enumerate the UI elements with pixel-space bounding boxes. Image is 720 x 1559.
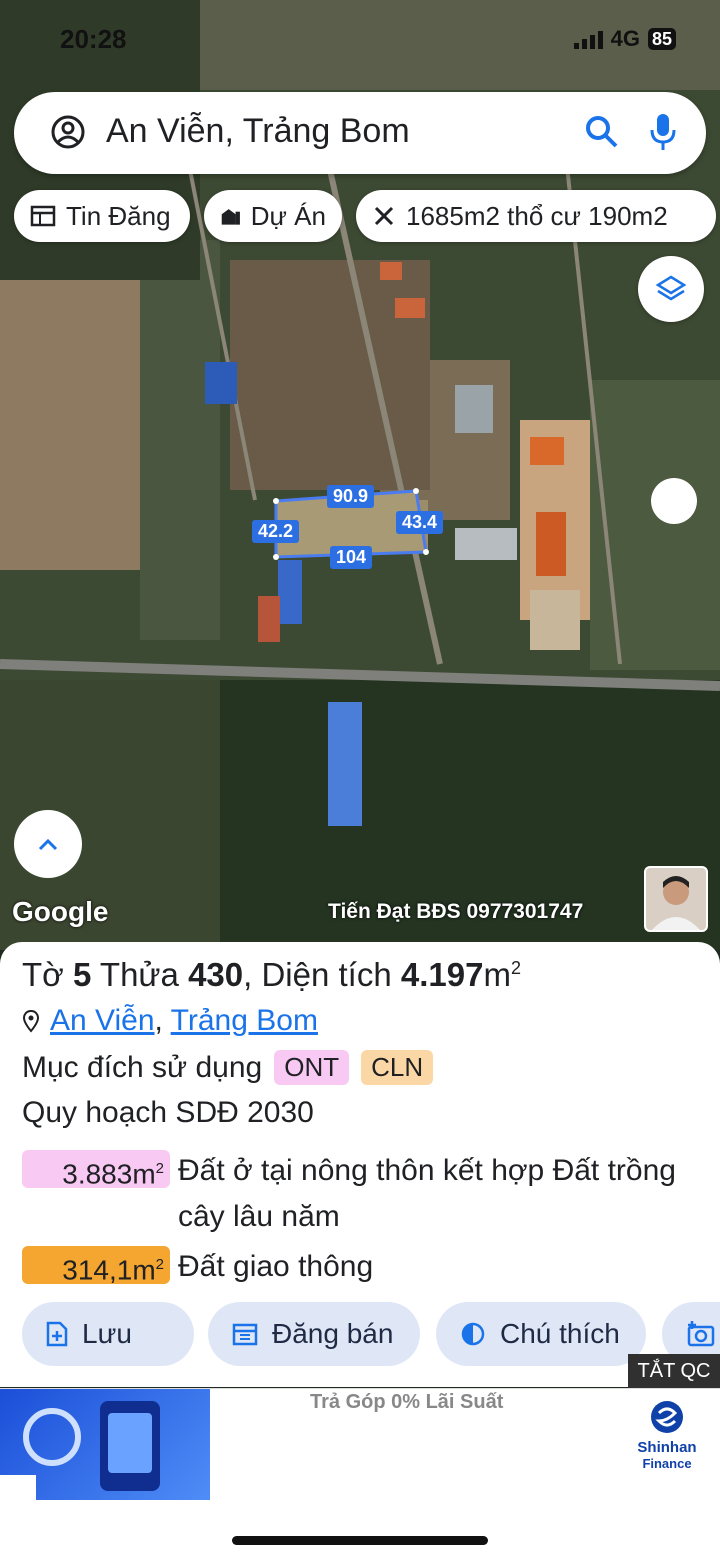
network-type: 4G [610,26,640,51]
plot-number: 430 [188,956,244,993]
building-icon [221,209,240,225]
save-icon [46,1321,68,1347]
signal-icon [573,29,603,49]
zone-area: 3.883m2 [22,1150,170,1189]
shinhan-icon [651,1401,683,1433]
parcel-title: Tờ 5 Thửa 430, Diện tích 4.197m2 [22,956,521,993]
dimension-label-bottom: 104 [330,546,373,569]
chip-du-an[interactable]: Dự Án [204,190,342,242]
chip-label: Dự Án [250,200,326,231]
mic-icon[interactable] [648,112,678,152]
bottom-bar [0,1500,720,1559]
post-sale-button[interactable]: Đăng bán [208,1302,420,1366]
shinhan-logo: Shinhan Finance [632,1399,702,1471]
chip-tin-dang[interactable]: Tin Đăng [14,190,190,242]
agent-watermark: Tiến Đạt BĐS 0977301747 [328,900,584,923]
chevron-up-icon [38,838,58,851]
listing-icon [30,205,56,227]
tag-ont: ONT [274,1050,350,1085]
legend-button[interactable]: Chú thích [436,1302,646,1366]
measure-icon [374,206,394,226]
account-icon[interactable] [50,114,86,150]
chip-label: Tin Đăng [66,200,171,231]
plan-label: Quy hoạch SDĐ 2030 [22,1096,314,1129]
sheet-number: 5 [72,956,92,993]
search-bar[interactable]: An Viễn, Trảng Bom [14,92,706,174]
status-bar: 20:28 4G 85 [0,20,720,60]
parcel-info-sheet: Tờ 5 Thửa 430, Diện tích 4.197m2 An Viễn… [0,942,720,1387]
ad-banner[interactable]: Trả Góp 0% Lãi Suất Shinhan Finance [0,1388,720,1501]
dimension-label-top: 90.9 [327,485,375,508]
zone-description: Đất giao thông [178,1250,374,1283]
battery-icon: 85 [647,28,676,50]
calendar-icon [232,1323,258,1346]
search-input[interactable]: An Viễn, Trảng Bom [106,112,410,151]
location-pin-icon [22,1009,40,1033]
location-line: An Viễn, Trảng Bom [22,1004,318,1038]
zone-area: 314,1m2 [22,1246,170,1285]
district-link[interactable]: Trảng Bom [171,1004,318,1037]
save-button[interactable]: Lưu [22,1302,194,1366]
land-purpose: Mục đích sử dụng ONT CLN [22,1050,434,1085]
avatar [644,866,708,932]
map-drag-handle[interactable] [651,478,697,524]
hide-ads-button[interactable]: TẮT QC [628,1354,720,1388]
commune-link[interactable]: An Viễn [50,1004,155,1037]
chip-saved-measure[interactable]: 1685m2 thổ cư 190m2 [356,190,716,242]
expand-button[interactable] [14,810,82,878]
ad-headline: Trả Góp 0% Lãi Suất [310,1391,504,1413]
search-icon[interactable] [584,114,620,150]
layers-button[interactable] [638,256,704,322]
google-logo: Google [12,896,109,927]
area-value: 4.197 [400,956,484,993]
action-buttons: Lưu Đăng bán Chú thích [0,1302,720,1366]
contrast-icon [461,1322,485,1346]
status-time: 20:28 [60,24,127,54]
dimension-label-left: 42.2 [252,520,300,543]
ad-image [0,1389,210,1501]
layers-icon [655,275,687,301]
tag-cln: CLN [361,1050,434,1085]
add-photo-icon [687,1321,715,1347]
chip-label: 1685m2 thổ cư 190m2 [406,200,668,231]
home-indicator[interactable] [232,1536,488,1545]
dimension-label-right: 43.4 [396,511,444,534]
zone-description: Đất ở tại nông thôn kết hợp Đất trồng câ… [178,1154,676,1233]
